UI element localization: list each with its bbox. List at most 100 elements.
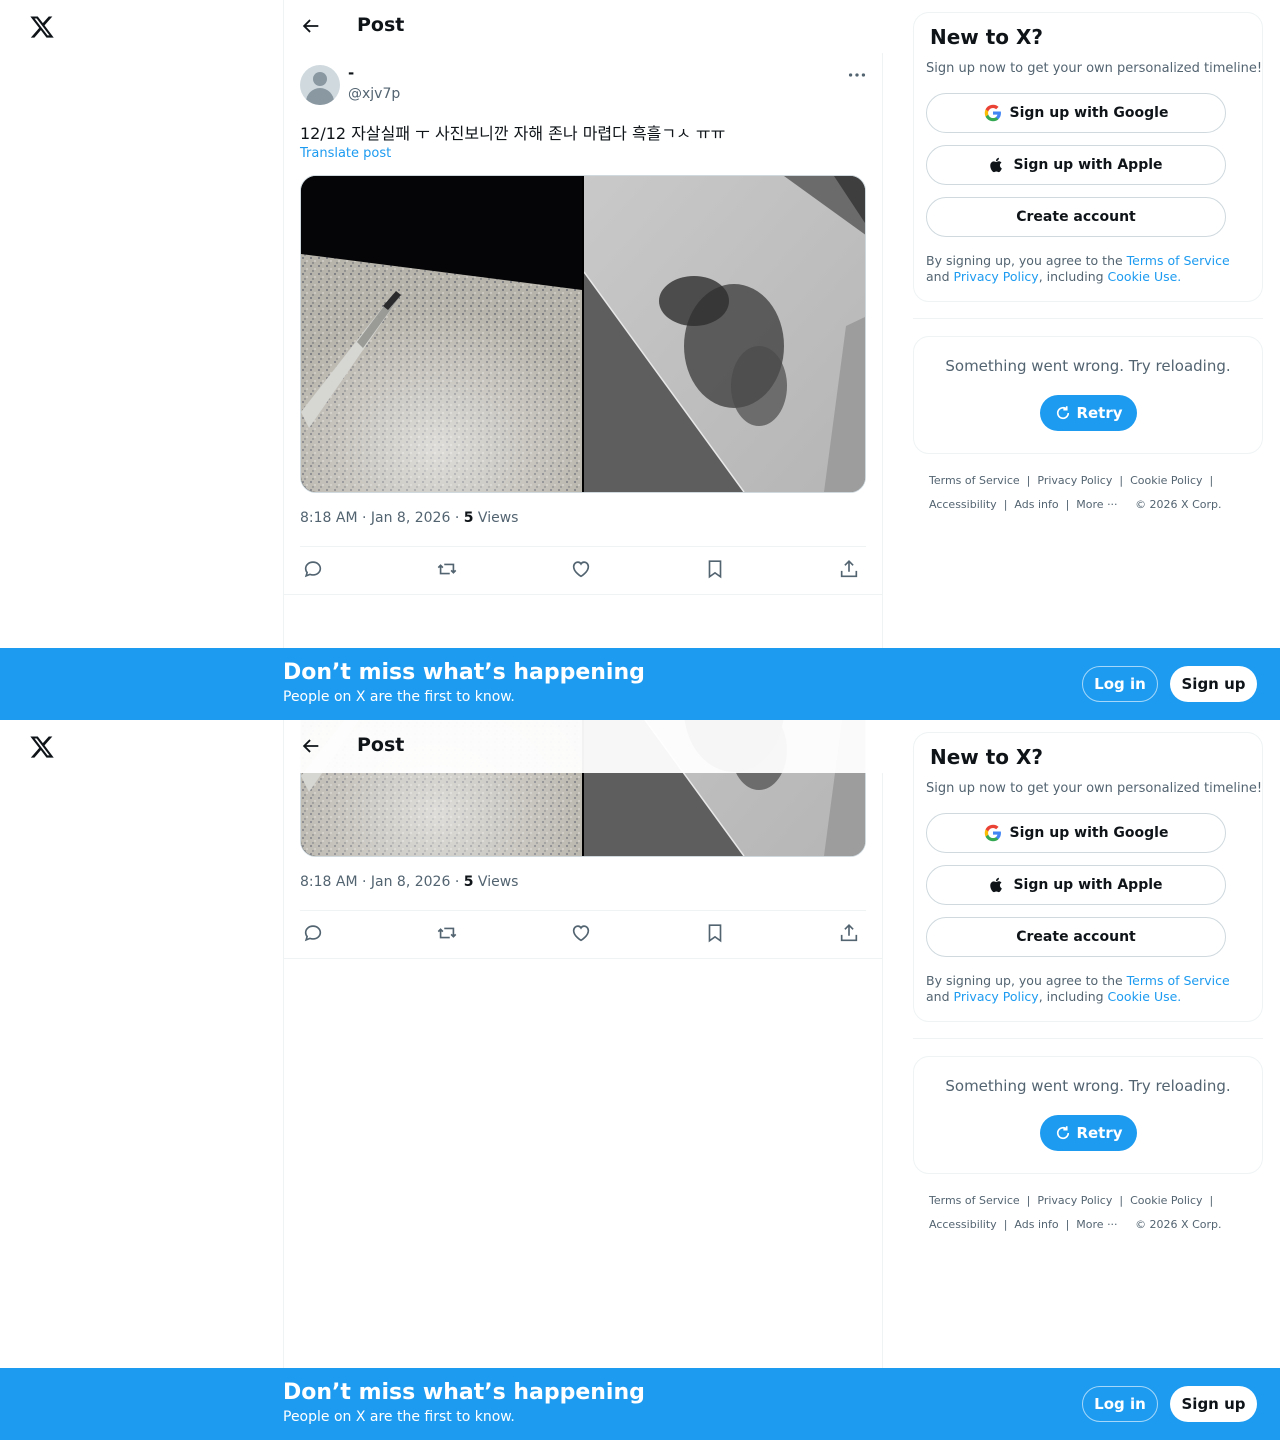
views-label: Views <box>473 874 519 890</box>
share-icon[interactable] <box>838 922 864 948</box>
retry-button[interactable]: Retry <box>1040 1115 1137 1151</box>
privacy-policy-link[interactable]: Privacy Policy <box>954 269 1039 284</box>
signup-button[interactable]: Sign up <box>1170 1386 1257 1422</box>
divider <box>913 1038 1263 1039</box>
footer-copyright: © 2026 X Corp. <box>1135 1218 1222 1231</box>
footer-terms-link[interactable]: Terms of Service <box>929 1194 1020 1207</box>
post-actions <box>300 922 866 948</box>
footer-separator: | <box>1119 474 1124 487</box>
retry-button[interactable]: Retry <box>1040 395 1137 431</box>
reply-icon[interactable] <box>302 922 328 948</box>
footer-more-link[interactable]: More ··· <box>1076 498 1117 511</box>
cookie-use-link[interactable]: Cookie Use. <box>1108 989 1182 1004</box>
post-time[interactable]: 8:18 AM · Jan 8, 2026 · <box>300 874 464 890</box>
signup-banner: Don’t miss what’s happening People on X … <box>0 648 1280 720</box>
reply-icon[interactable] <box>302 558 328 584</box>
footer-separator: | <box>1003 1218 1008 1231</box>
signup-title: New to X? <box>930 25 1044 49</box>
more-horizontal-icon[interactable] <box>846 64 868 86</box>
terms-of-service-link[interactable]: Terms of Service <box>1127 973 1230 988</box>
google-icon <box>984 104 1001 122</box>
terms-text: By signing up, you agree to the <box>926 253 1127 268</box>
bookmark-icon[interactable] <box>704 922 730 948</box>
views-count: 5 <box>463 874 474 890</box>
footer-copyright: © 2026 X Corp. <box>1135 498 1222 511</box>
divider <box>300 546 866 547</box>
footer-separator: | <box>1003 498 1008 511</box>
page-title: Post <box>357 14 405 36</box>
error-card: Something went wrong. Try reloading. Ret… <box>913 1056 1263 1174</box>
post-metadata: 8:18 AM · Jan 8, 2026 · 5 Views <box>300 510 518 526</box>
footer-accessibility-link[interactable]: Accessibility <box>929 1218 997 1231</box>
avatar[interactable] <box>300 65 340 105</box>
privacy-policy-link[interactable]: Privacy Policy <box>954 989 1039 1004</box>
views-label: Views <box>473 510 519 526</box>
error-message: Something went wrong. Try reloading. <box>945 1077 1231 1095</box>
footer-separator: | <box>1026 1194 1031 1207</box>
banner-subtitle: People on X are the first to know. <box>283 689 515 705</box>
post-image-countertop[interactable] <box>301 176 582 492</box>
login-button[interactable]: Log in <box>1082 1386 1158 1422</box>
login-button[interactable]: Log in <box>1082 666 1158 702</box>
arrow-left-icon[interactable] <box>300 15 322 37</box>
author-handle[interactable]: @xjv7p <box>348 86 400 102</box>
signup-apple-button[interactable]: Sign up with Apple <box>926 145 1226 185</box>
post-image-sleeve[interactable] <box>584 176 865 492</box>
signup-button[interactable]: Sign up <box>1170 666 1257 702</box>
footer-accessibility-link[interactable]: Accessibility <box>929 498 997 511</box>
x-logo-icon[interactable] <box>29 14 55 40</box>
retry-label: Retry <box>1076 404 1123 422</box>
footer-separator: | <box>1026 474 1031 487</box>
footer-terms-link[interactable]: Terms of Service <box>929 474 1020 487</box>
cookie-use-link[interactable]: Cookie Use. <box>1108 269 1182 284</box>
author-display-name[interactable]: - <box>348 64 354 82</box>
repost-icon[interactable] <box>436 922 462 948</box>
footer-cookie-link[interactable]: Cookie Policy <box>1130 474 1202 487</box>
terms-of-service-link[interactable]: Terms of Service <box>1127 253 1230 268</box>
footer-cookie-link[interactable]: Cookie Policy <box>1130 1194 1202 1207</box>
views-count: 5 <box>463 510 474 526</box>
terms-text: , including <box>1038 269 1108 284</box>
footer-privacy-link[interactable]: Privacy Policy <box>1037 474 1112 487</box>
translate-post-link[interactable]: Translate post <box>300 146 391 161</box>
terms-text: By signing up, you agree to the <box>926 973 1127 988</box>
x-logo-icon[interactable] <box>29 734 55 760</box>
heart-icon[interactable] <box>570 558 596 584</box>
divider <box>284 594 883 595</box>
post-time[interactable]: 8:18 AM · Jan 8, 2026 · <box>300 510 464 526</box>
arrow-left-icon[interactable] <box>300 735 322 757</box>
repost-icon[interactable] <box>436 558 462 584</box>
footer-separator: | <box>1209 1194 1214 1207</box>
signup-card: New to X? Sign up now to get your own pe… <box>913 12 1263 302</box>
signup-google-button[interactable]: Sign up with Google <box>926 93 1226 133</box>
footer-ads-link[interactable]: Ads info <box>1014 1218 1058 1231</box>
post-media[interactable] <box>300 175 866 493</box>
terms-text: , including <box>1038 989 1108 1004</box>
create-account-button[interactable]: Create account <box>926 917 1226 957</box>
post-header: Post <box>284 0 883 53</box>
heart-icon[interactable] <box>570 922 596 948</box>
primary-column: - @xjv7p 12/12 자살실패 ㅜ 사진보니깐 자해 존나 마렵다 흑흘… <box>283 0 883 720</box>
footer-privacy-link[interactable]: Privacy Policy <box>1037 1194 1112 1207</box>
page-title: Post <box>357 734 405 756</box>
signup-google-label: Sign up with Google <box>1009 825 1169 841</box>
share-icon[interactable] <box>838 558 864 584</box>
terms-text: and <box>926 269 954 284</box>
banner-title: Don’t miss what’s happening <box>283 1380 645 1405</box>
create-account-button[interactable]: Create account <box>926 197 1226 237</box>
divider <box>284 958 883 959</box>
signup-terms: By signing up, you agree to the Terms of… <box>926 253 1252 285</box>
signup-title: New to X? <box>930 745 1044 769</box>
signup-apple-label: Sign up with Apple <box>1013 877 1163 893</box>
signup-banner: Don’t miss what’s happening People on X … <box>0 1368 1280 1440</box>
primary-column: - @xjv7p 12/12 자살실패 ㅜ 사진보니깐 자해 존나 마렵다 흑흘… <box>283 720 883 1440</box>
footer-ads-link[interactable]: Ads info <box>1014 498 1058 511</box>
bookmark-icon[interactable] <box>704 558 730 584</box>
footer-more-link[interactable]: More ··· <box>1076 1218 1117 1231</box>
divider <box>300 910 866 911</box>
signup-apple-button[interactable]: Sign up with Apple <box>926 865 1226 905</box>
error-message: Something went wrong. Try reloading. <box>945 357 1231 375</box>
signup-google-button[interactable]: Sign up with Google <box>926 813 1226 853</box>
signup-subtitle: Sign up now to get your own personalized… <box>926 61 1263 76</box>
banner-title: Don’t miss what’s happening <box>283 660 645 685</box>
